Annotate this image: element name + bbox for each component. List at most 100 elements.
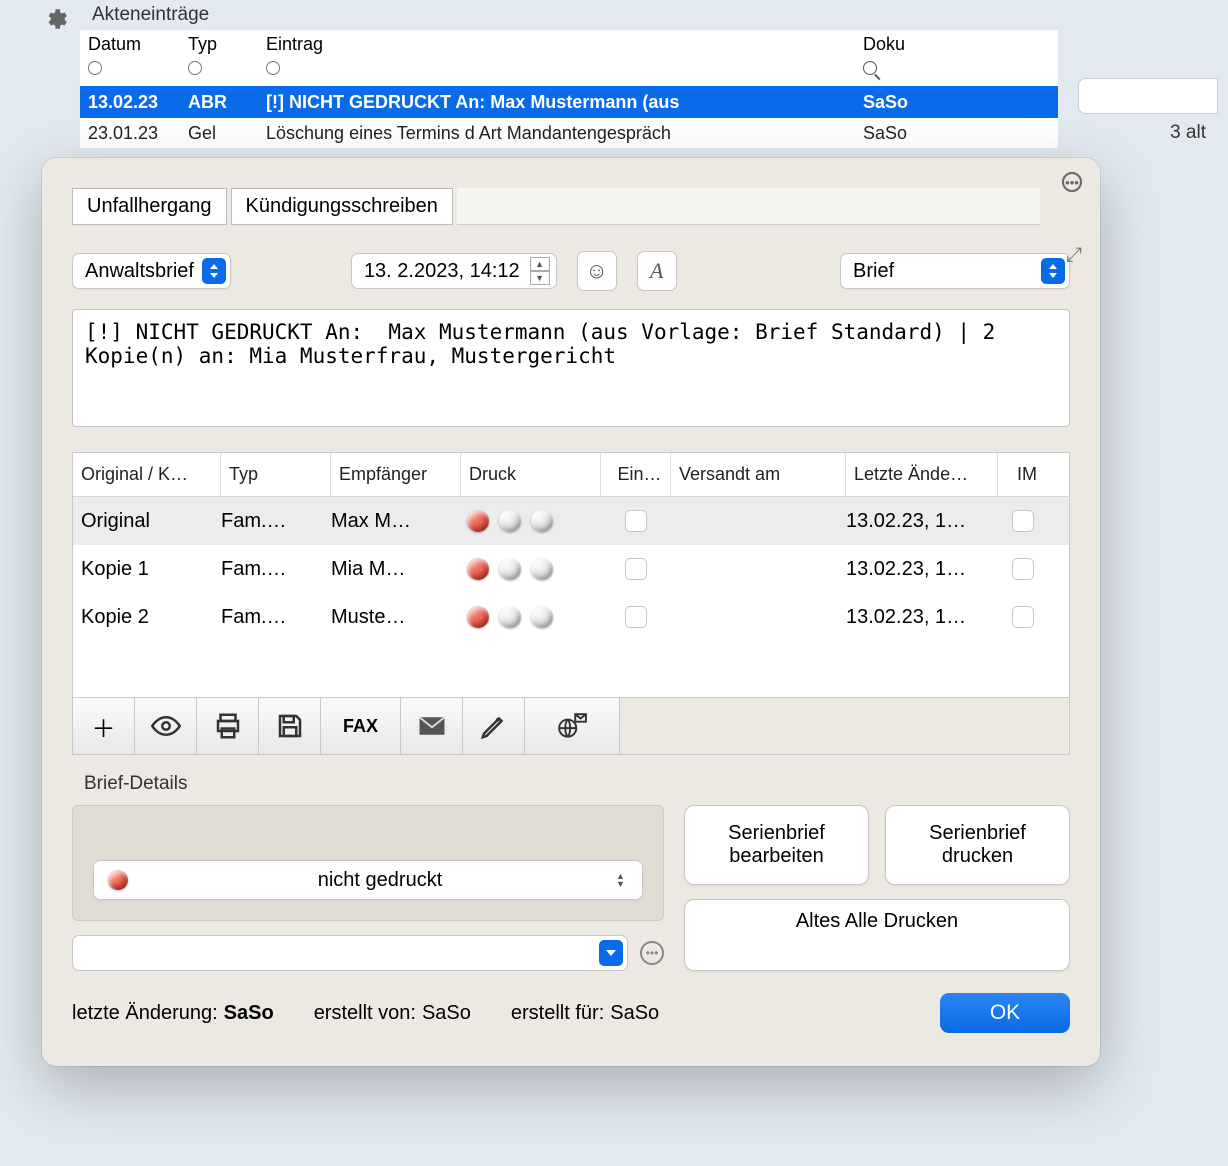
select-arrows-icon <box>202 258 226 284</box>
date-field[interactable]: 13. 2.2023, 14:12 ▲▼ <box>351 253 557 289</box>
bg-table-header: Datum Typ Eintrag Doku <box>80 30 1058 86</box>
print-status-select[interactable]: nicht gedruckt ▲▼ <box>93 860 643 900</box>
serial-print-button[interactable]: Serienbrief drucken <box>885 805 1070 885</box>
copies-row[interactable]: Original Fam.… Max M… 13.02.23, 1… <box>73 497 1069 545</box>
select-stepper-icon: ▲▼ <box>616 872 632 888</box>
subject-textarea[interactable] <box>72 309 1070 427</box>
search-icon[interactable] <box>863 61 877 75</box>
font-button[interactable]: A <box>637 251 677 291</box>
bg-section-title: Akteneinträge <box>80 0 1228 30</box>
table-row[interactable]: 13.02.23 ABR [!] NICHT GEDRUCKT An: Max … <box>80 86 1058 118</box>
tab-kuendigungsschreiben[interactable]: Kündigungsschreiben <box>231 188 453 225</box>
col-header-im[interactable]: IM <box>998 453 1048 496</box>
emoji-button[interactable]: ☺ <box>577 251 617 291</box>
dropdown-arrow-icon <box>599 940 623 966</box>
cell-typ: Gel <box>188 123 266 144</box>
cell-im <box>998 510 1048 532</box>
cell-letzte: 13.02.23, 1… <box>846 558 998 581</box>
status-orb-gray[interactable] <box>531 510 553 532</box>
cell-original: Kopie 1 <box>73 558 221 581</box>
web-send-button[interactable] <box>525 698 620 754</box>
status-orb-red <box>108 870 128 890</box>
print-button[interactable] <box>197 698 259 754</box>
status-orb-gray[interactable] <box>499 606 521 628</box>
filter-circle-icon[interactable] <box>188 61 202 75</box>
status-orb-gray[interactable] <box>499 558 521 580</box>
cell-eintrag: [!] NICHT GEDRUCKT An: Max Mustermann (a… <box>266 92 863 113</box>
fax-button[interactable]: FAX <box>321 698 401 754</box>
last-change-label: letzte Änderung: <box>72 1002 218 1025</box>
save-button[interactable] <box>259 698 321 754</box>
cell-typ: Fam.… <box>221 510 331 533</box>
printer-icon <box>213 711 243 741</box>
filter-circle-icon[interactable] <box>266 61 280 75</box>
checkbox[interactable] <box>1012 558 1034 580</box>
side-buttons: Serienbrief bearbeiten Serienbrief druck… <box>684 805 1070 971</box>
ok-button[interactable]: OK <box>940 993 1070 1033</box>
status-orb-gray[interactable] <box>531 606 553 628</box>
type-select[interactable]: Anwaltsbrief <box>72 253 231 289</box>
cell-original: Kopie 2 <box>73 606 221 629</box>
cell-letzte: 13.02.23, 1… <box>846 510 998 533</box>
status-text: nicht gedruckt <box>144 869 616 892</box>
filter-circle-icon[interactable] <box>88 61 102 75</box>
col-header-letzte[interactable]: Letzte Ände… <box>846 453 998 496</box>
serial-edit-button[interactable]: Serienbrief bearbeiten <box>684 805 869 885</box>
bottom-dropdown[interactable] <box>72 935 628 971</box>
col-header-typ[interactable]: Typ <box>188 34 266 55</box>
cell-typ: Fam.… <box>221 558 331 581</box>
envelope-icon <box>417 711 447 741</box>
col-header-ein[interactable]: Ein… <box>601 453 671 496</box>
col-header-versandt[interactable]: Versandt am <box>671 453 846 496</box>
checkbox[interactable] <box>1012 606 1034 628</box>
col-header-typ[interactable]: Typ <box>221 453 331 496</box>
col-header-doku[interactable]: Doku <box>863 34 1058 55</box>
checkbox[interactable] <box>1012 510 1034 532</box>
old-all-print-button[interactable]: Altes Alle Drucken <box>684 899 1070 971</box>
copies-row[interactable]: Kopie 2 Fam.… Muste… 13.02.23, 1… <box>73 593 1069 641</box>
edit-button[interactable] <box>463 698 525 754</box>
checkbox[interactable] <box>625 558 647 580</box>
col-header-original[interactable]: Original / K… <box>73 453 221 496</box>
controls-row: Anwaltsbrief 13. 2.2023, 14:12 ▲▼ ☺ A Br… <box>72 251 1070 291</box>
status-orb-red[interactable] <box>467 510 489 532</box>
status-orb-red[interactable] <box>467 606 489 628</box>
more-dots-icon[interactable]: ••• <box>640 941 664 965</box>
table-row[interactable]: 23.01.23 Gel Löschung eines Termins d Ar… <box>80 118 1058 148</box>
mail-button[interactable] <box>401 698 463 754</box>
doc-kind-select[interactable]: Brief <box>840 253 1070 289</box>
cell-letzte: 13.02.23, 1… <box>846 606 998 629</box>
status-orb-gray[interactable] <box>531 558 553 580</box>
col-header-eintrag[interactable]: Eintrag <box>266 34 863 55</box>
tab-spacer <box>457 188 1040 225</box>
status-orb-gray[interactable] <box>499 510 521 532</box>
more-options-icon[interactable]: ••• <box>1062 172 1082 192</box>
checkbox[interactable] <box>625 606 647 628</box>
side-count-text: 3 alt <box>1170 122 1206 144</box>
status-orb-red[interactable] <box>467 558 489 580</box>
col-header-empfaenger[interactable]: Empfänger <box>331 453 461 496</box>
toolbar: ＋ FAX <box>72 698 1070 755</box>
last-change-value: SaSo <box>224 1002 274 1025</box>
gear-icon[interactable] <box>42 6 68 32</box>
details-panel: nicht gedruckt ▲▼ <box>72 805 664 921</box>
add-button[interactable]: ＋ <box>73 698 135 754</box>
col-header-datum[interactable]: Datum <box>88 34 188 55</box>
created-by-value: SaSo <box>422 1002 471 1025</box>
col-header-druck[interactable]: Druck <box>461 453 601 496</box>
cell-druck <box>461 510 601 532</box>
checkbox[interactable] <box>625 510 647 532</box>
cell-ein <box>601 606 671 628</box>
cell-im <box>998 558 1048 580</box>
cell-doku: SaSo <box>863 123 1058 144</box>
created-by-label: erstellt von: <box>314 1002 416 1025</box>
eye-icon <box>151 711 181 741</box>
date-stepper[interactable]: ▲▼ <box>530 257 550 285</box>
floppy-icon <box>275 711 305 741</box>
cell-typ: ABR <box>188 92 266 113</box>
tab-unfallhergang[interactable]: Unfallhergang <box>72 188 227 225</box>
details-area: nicht gedruckt ▲▼ ••• Serienbrief bearbe… <box>72 805 1070 971</box>
copies-row[interactable]: Kopie 1 Fam.… Mia M… 13.02.23, 1… <box>73 545 1069 593</box>
view-button[interactable] <box>135 698 197 754</box>
expand-icon[interactable]: ⤢ <box>1066 244 1082 267</box>
